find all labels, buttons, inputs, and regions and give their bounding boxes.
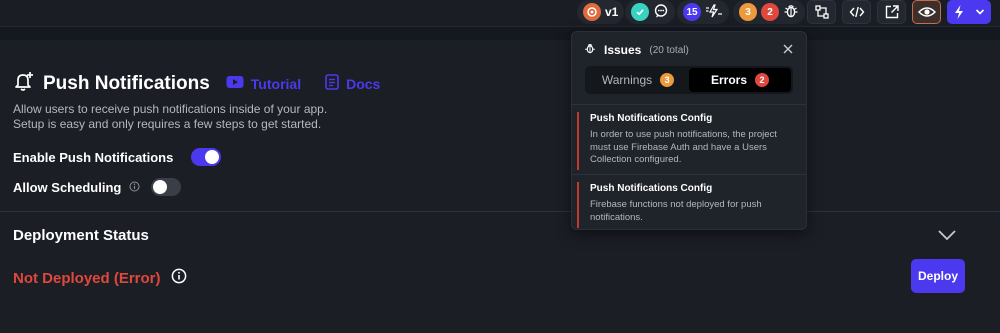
deployment-status: Not Deployed (Error) (13, 268, 187, 288)
tab-errors-label: Errors (710, 73, 748, 87)
version-label: v1 (605, 5, 619, 19)
code-button[interactable] (842, 0, 871, 24)
toggle-knob (153, 180, 167, 194)
description-line-1: Allow users to receive push notification… (13, 102, 328, 116)
flash-list-icon (705, 3, 723, 21)
tab-errors[interactable]: Errors 2 (689, 68, 791, 92)
branch-button[interactable] (807, 0, 836, 24)
page-title: Push Notifications (43, 72, 210, 94)
branch-icon (814, 4, 830, 20)
panel-header: Push Notifications Tutorial Docs (13, 70, 380, 97)
enable-push-label: Enable Push Notifications (13, 150, 174, 165)
issues-pill[interactable]: 3 2 (733, 0, 805, 24)
error-marker (577, 182, 579, 228)
tab-warnings[interactable]: Warnings 3 (587, 68, 689, 92)
status-pill[interactable] (625, 0, 675, 24)
issues-total: (20 total) (649, 44, 689, 56)
chevron-down-icon[interactable] (937, 228, 957, 246)
deployment-status-text: Not Deployed (Error) (13, 269, 161, 287)
page-description: Allow users to receive push notification… (13, 102, 327, 132)
allow-scheduling-toggle[interactable] (151, 178, 181, 196)
issues-popover: Issues (20 total) Warnings 3 Errors 2 Pu… (571, 31, 807, 230)
check-icon (631, 3, 649, 21)
enable-push-setting: Enable Push Notifications (13, 150, 173, 165)
issue-body: Firebase functions not deployed for push… (590, 199, 762, 223)
top-toolbar: v1 15 3 2 (0, 0, 1000, 27)
errors-badge: 2 (755, 73, 770, 87)
bug-icon (584, 42, 596, 58)
tutorial-label: Tutorial (250, 75, 302, 92)
issues-tabs: Warnings 3 Errors 2 (585, 66, 793, 94)
docs-label: Docs (346, 75, 381, 92)
bell-plus-icon (13, 70, 35, 97)
comments-count: 15 (683, 3, 701, 21)
issues-title: Issues (604, 43, 642, 57)
deployment-status-title: Deployment Status (13, 227, 149, 244)
docs-link[interactable]: Docs (325, 74, 380, 93)
issue-item[interactable]: Push Notifications Config Firebase funct… (572, 174, 806, 230)
chevron-down-icon[interactable] (975, 8, 985, 16)
warnings-badge: 3 (660, 73, 675, 87)
external-link-icon (884, 4, 900, 20)
issue-body: In order to use push notifications, the … (590, 129, 777, 165)
toggle-knob (205, 150, 219, 164)
bug-icon (783, 3, 799, 22)
video-icon (226, 75, 244, 92)
info-icon[interactable] (129, 180, 140, 195)
tutorial-link[interactable]: Tutorial (226, 75, 301, 92)
tab-warnings-label: Warnings (601, 73, 653, 87)
issues-header: Issues (20 total) (584, 42, 689, 58)
issue-title: Push Notifications Config (590, 183, 713, 194)
enable-push-toggle[interactable] (191, 148, 221, 166)
info-circle-icon[interactable] (171, 268, 187, 288)
allow-scheduling-label: Allow Scheduling (13, 180, 122, 195)
document-icon (325, 74, 339, 93)
open-external-button[interactable] (877, 0, 906, 24)
deploy-button[interactable]: Deploy (911, 259, 965, 293)
issue-item[interactable]: Push Notifications Config In order to us… (572, 104, 806, 174)
chat-icon (653, 3, 669, 22)
preview-button[interactable] (912, 0, 941, 24)
description-line-2: Setup is easy and only requires a few st… (13, 117, 322, 131)
errors-count: 2 (761, 3, 779, 21)
allow-scheduling-setting: Allow Scheduling (13, 180, 140, 195)
error-marker (577, 112, 579, 170)
comments-pill[interactable]: 15 (677, 0, 729, 24)
version-pill[interactable]: v1 (577, 0, 625, 24)
section-divider (0, 211, 1000, 212)
code-icon (849, 5, 865, 19)
user-avatar-icon (583, 3, 601, 21)
warnings-count: 3 (739, 3, 757, 21)
lightning-icon (953, 4, 965, 20)
run-button[interactable] (947, 0, 991, 24)
eye-icon (917, 5, 936, 19)
issue-title: Push Notifications Config (590, 113, 713, 124)
close-icon[interactable] (782, 42, 794, 60)
